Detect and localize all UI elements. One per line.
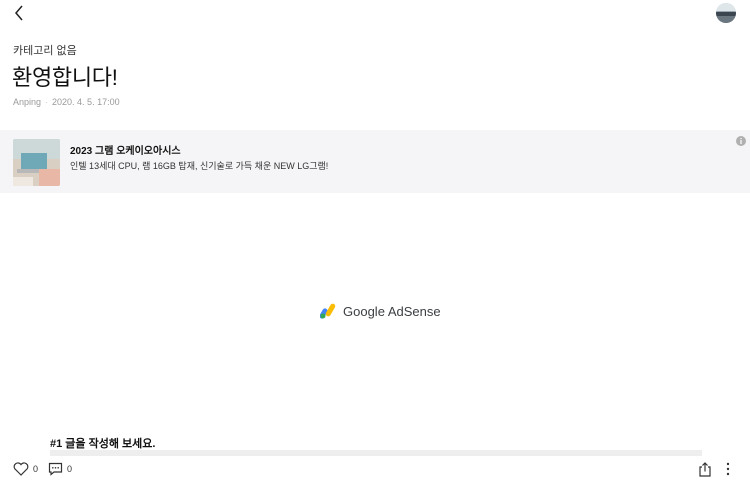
page-title: 환영합니다! [12, 65, 118, 90]
chevron-left-icon [15, 5, 23, 21]
ad-thumbnail [13, 139, 60, 186]
comment-icon [48, 462, 63, 476]
bottom-action-bar: 0 0 [0, 456, 750, 482]
author-name[interactable]: Anping [13, 97, 41, 107]
comment-count: 0 [67, 464, 73, 474]
ad-description: 인텔 13세대 CPU, 램 16GB 탑재, 신기술로 가득 채운 NEW L… [70, 161, 329, 171]
post-date: 2020. 4. 5. 17:00 [52, 97, 120, 107]
like-count: 0 [33, 464, 39, 474]
heart-icon [13, 462, 29, 476]
ad-title[interactable]: 2023 그램 오케이오아시스 [70, 142, 181, 157]
ad-banner[interactable]: 2023 그램 오케이오아시스 인텔 13세대 CPU, 램 16GB 탑재, … [0, 130, 750, 193]
ad-info-button[interactable] [736, 133, 746, 146]
adsense-label: Google AdSense [343, 303, 441, 319]
category-label[interactable]: 카테고리 없음 [13, 42, 77, 58]
meta-separator: · [45, 97, 49, 107]
adsense-logo-icon [320, 303, 336, 319]
avatar[interactable] [716, 3, 736, 23]
adsense-placeholder: Google AdSense [320, 301, 441, 321]
like-button[interactable]: 0 [13, 462, 38, 476]
back-button[interactable] [10, 3, 30, 23]
comment-button[interactable]: 0 [48, 462, 72, 476]
share-icon [699, 462, 711, 477]
content-heading: #1 글을 작성해 보세요. [50, 438, 156, 450]
more-button[interactable] [724, 462, 732, 476]
top-bar [0, 0, 750, 28]
more-vertical-icon [726, 462, 730, 476]
info-icon [736, 136, 746, 146]
share-button[interactable] [698, 462, 712, 477]
post-meta: Anping · 2020. 4. 5. 17:00 [13, 97, 120, 107]
